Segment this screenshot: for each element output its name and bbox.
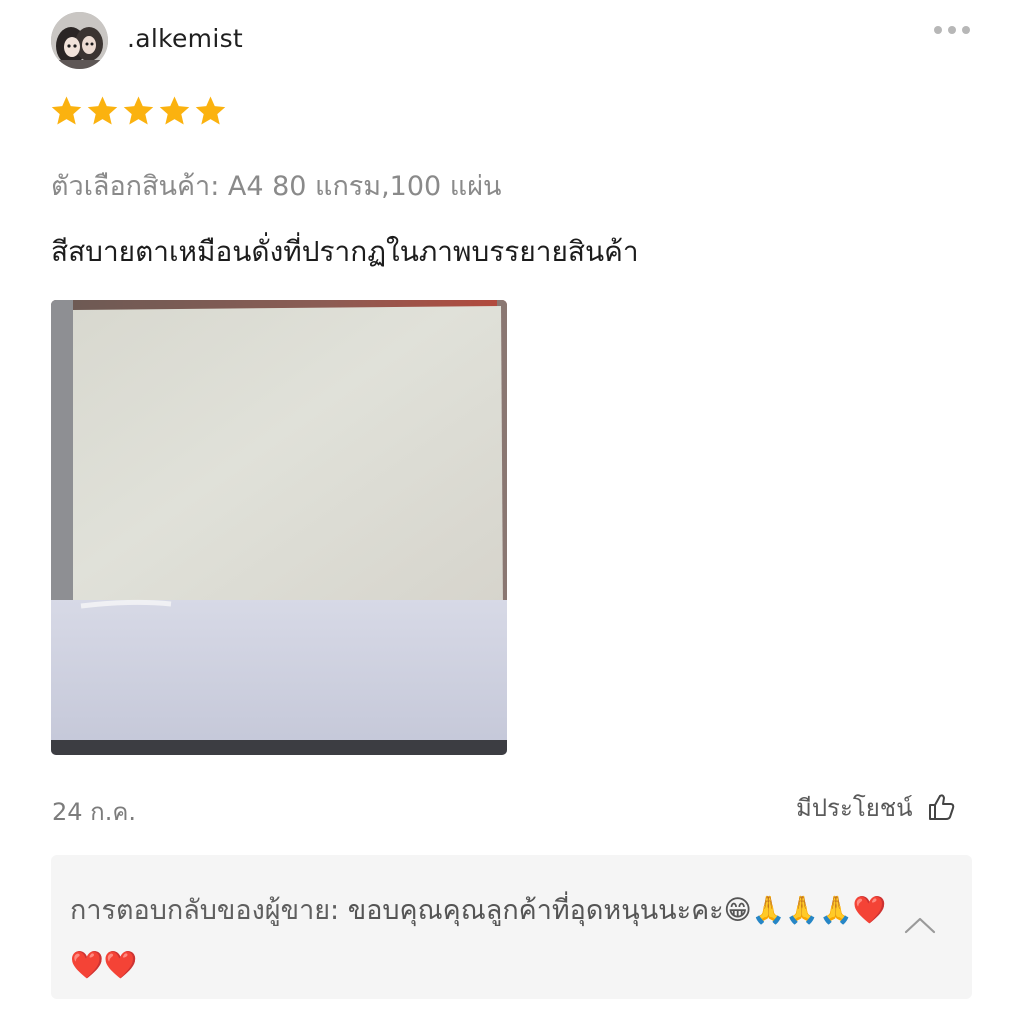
seller-reply: การตอบกลับของผู้ขาย: ขอบคุณคุณลูกค้าที่อ… <box>51 855 972 999</box>
review-text: สีสบายตาเหมือนดั่งที่ปรากฏในภาพบรรยายสิน… <box>51 235 639 268</box>
username[interactable]: .alkemist <box>127 24 243 53</box>
thumbs-up-icon <box>929 794 955 820</box>
star-rating <box>49 94 228 128</box>
star-icon <box>51 96 82 125</box>
helpful-button[interactable]: มีประโยชน์ <box>796 789 956 825</box>
star-icon <box>87 96 118 125</box>
paper-photo-icon <box>51 300 507 755</box>
review-card: .alkemist ตัวเลือกสินค้า: A4 80 แกรม,100… <box>0 0 1024 1024</box>
more-dots-icon[interactable] <box>930 22 974 38</box>
avatar[interactable] <box>51 12 108 69</box>
seller-reply-label: การตอบกลับของผู้ขาย: <box>70 895 340 926</box>
star-icon <box>123 96 154 125</box>
chevron-up-icon[interactable] <box>903 915 937 935</box>
avatar-photo-icon <box>51 12 108 69</box>
star-icon <box>195 96 226 125</box>
review-date: 24 ก.ค. <box>52 798 137 826</box>
helpful-label: มีประโยชน์ <box>796 793 913 822</box>
product-variant: ตัวเลือกสินค้า: A4 80 แกรม,100 แผ่น <box>51 171 502 202</box>
star-icon <box>159 96 190 125</box>
seller-reply-text: การตอบกลับของผู้ขาย: ขอบคุณคุณลูกค้าที่อ… <box>70 883 890 993</box>
review-photo[interactable] <box>51 300 507 755</box>
